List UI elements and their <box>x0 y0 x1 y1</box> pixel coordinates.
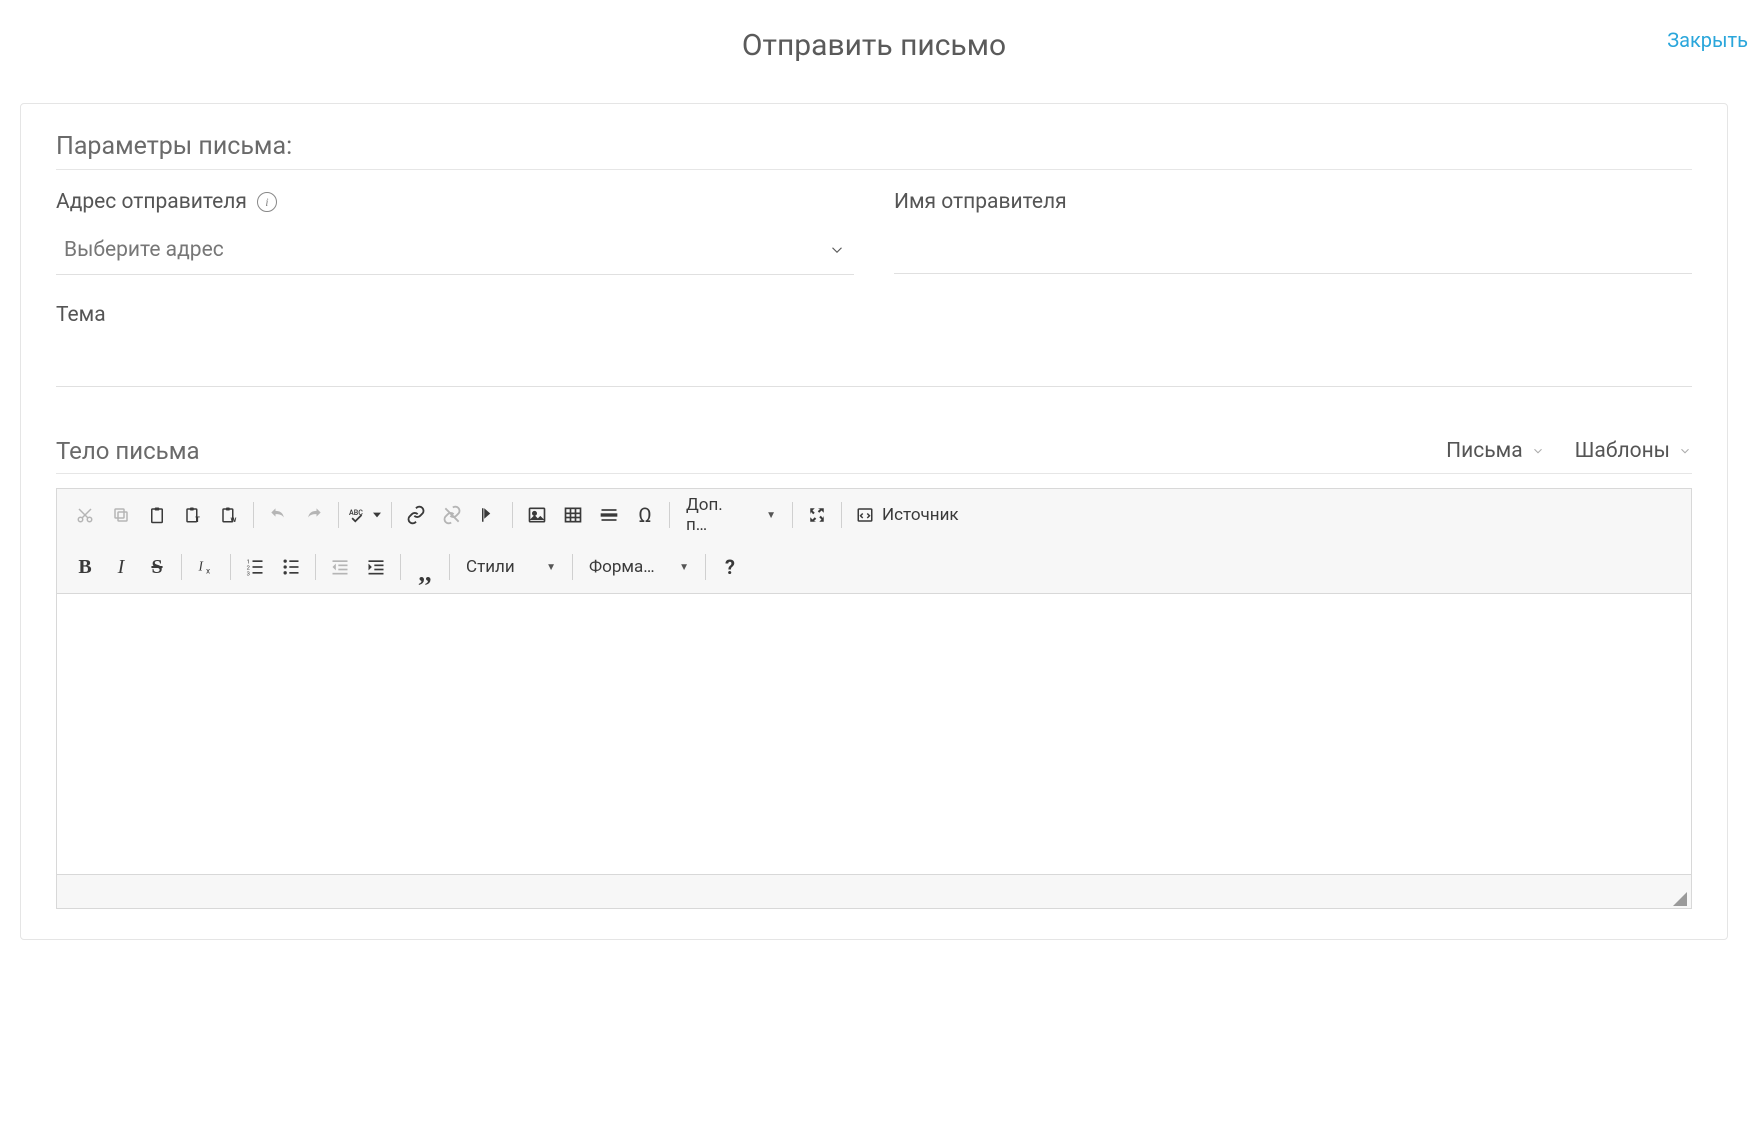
page-title: Отправить письмо <box>742 28 1006 63</box>
toolbar-separator <box>338 502 339 528</box>
editor-toolbar: T W ABC <box>57 489 1691 594</box>
sender-address-label-text: Адрес отправителя <box>56 190 247 214</box>
info-icon[interactable]: i <box>257 192 277 212</box>
sender-address-select[interactable]: Выберите адрес <box>56 228 854 275</box>
toolbar-separator <box>792 502 793 528</box>
caret-down-icon: ▼ <box>679 562 689 573</box>
toolbar-separator <box>230 554 231 580</box>
bold-button[interactable]: B <box>67 549 103 585</box>
templates-dropdown[interactable]: Шаблоны <box>1575 439 1692 463</box>
params-section-title: Параметры письма: <box>56 132 1692 161</box>
toolbar-separator <box>449 554 450 580</box>
caret-down-icon: ▼ <box>546 562 556 573</box>
chevron-down-icon <box>1678 444 1692 458</box>
toolbar-separator <box>705 554 706 580</box>
chevron-down-icon <box>1531 444 1545 458</box>
divider <box>56 473 1692 474</box>
extras-combo[interactable]: Доп. п… ▼ <box>676 497 786 533</box>
toolbar-separator <box>400 554 401 580</box>
toolbar-separator <box>572 554 573 580</box>
toolbar-separator <box>512 502 513 528</box>
spellcheck-button[interactable]: ABC <box>345 497 385 533</box>
italic-button[interactable]: I <box>103 549 139 585</box>
anchor-button[interactable] <box>470 497 506 533</box>
special-char-button[interactable]: Ω <box>627 497 663 533</box>
sender-name-label: Имя отправителя <box>894 190 1692 214</box>
table-button[interactable] <box>555 497 591 533</box>
blockquote-button[interactable]: ,, <box>407 549 443 585</box>
divider <box>56 169 1692 170</box>
format-combo-label: Форма… <box>589 557 655 577</box>
rich-text-editor: T W ABC <box>56 488 1692 909</box>
toolbar-separator <box>841 502 842 528</box>
extras-combo-label: Доп. п… <box>686 495 748 535</box>
indent-button[interactable] <box>358 549 394 585</box>
compose-card: Параметры письма: Адрес отправителя i Вы… <box>20 103 1728 940</box>
help-button[interactable]: ? <box>712 549 748 585</box>
cut-button[interactable] <box>67 497 103 533</box>
svg-text:I: I <box>198 558 204 573</box>
body-section-title: Тело письма <box>56 437 200 465</box>
toolbar-separator <box>669 502 670 528</box>
toolbar-separator <box>181 554 182 580</box>
remove-format-button[interactable]: Ix <box>188 549 224 585</box>
strikethrough-button[interactable]: S <box>139 549 175 585</box>
close-button[interactable]: Закрыть <box>1667 28 1748 52</box>
paste-word-button[interactable]: W <box>211 497 247 533</box>
horizontal-rule-button[interactable] <box>591 497 627 533</box>
undo-button[interactable] <box>260 497 296 533</box>
resize-grip-icon[interactable] <box>1673 892 1687 906</box>
svg-text:3: 3 <box>247 571 250 577</box>
subject-input[interactable] <box>56 341 1692 387</box>
chevron-down-icon <box>828 241 846 259</box>
styles-combo-label: Стили <box>466 557 515 577</box>
svg-text:W: W <box>231 516 237 524</box>
templates-dropdown-label: Шаблоны <box>1575 439 1670 463</box>
image-button[interactable] <box>519 497 555 533</box>
unlink-button[interactable] <box>434 497 470 533</box>
format-combo[interactable]: Форма… ▼ <box>579 549 699 585</box>
numbered-list-button[interactable]: 123 <box>237 549 273 585</box>
svg-text:T: T <box>195 515 200 524</box>
toolbar-separator <box>391 502 392 528</box>
svg-text:x: x <box>206 567 210 577</box>
toolbar-separator <box>253 502 254 528</box>
redo-button[interactable] <box>296 497 332 533</box>
editor-status-bar <box>57 874 1691 908</box>
subject-label: Тема <box>56 303 1692 327</box>
sender-address-value: Выберите адрес <box>64 238 224 262</box>
styles-combo[interactable]: Стили ▼ <box>456 549 566 585</box>
outdent-button[interactable] <box>322 549 358 585</box>
bullet-list-button[interactable] <box>273 549 309 585</box>
letters-dropdown-label: Письма <box>1446 439 1523 463</box>
paste-button[interactable] <box>139 497 175 533</box>
maximize-button[interactable] <box>799 497 835 533</box>
editor-content-area[interactable] <box>57 594 1691 874</box>
caret-down-icon: ▼ <box>766 510 776 521</box>
copy-button[interactable] <box>103 497 139 533</box>
source-button-label: Источник <box>882 505 959 525</box>
sender-address-label: Адрес отправителя i <box>56 190 854 214</box>
sender-name-input[interactable] <box>894 228 1692 274</box>
letters-dropdown[interactable]: Письма <box>1446 439 1545 463</box>
paste-text-button[interactable]: T <box>175 497 211 533</box>
link-button[interactable] <box>398 497 434 533</box>
toolbar-separator <box>315 554 316 580</box>
source-button[interactable]: Источник <box>848 497 967 533</box>
